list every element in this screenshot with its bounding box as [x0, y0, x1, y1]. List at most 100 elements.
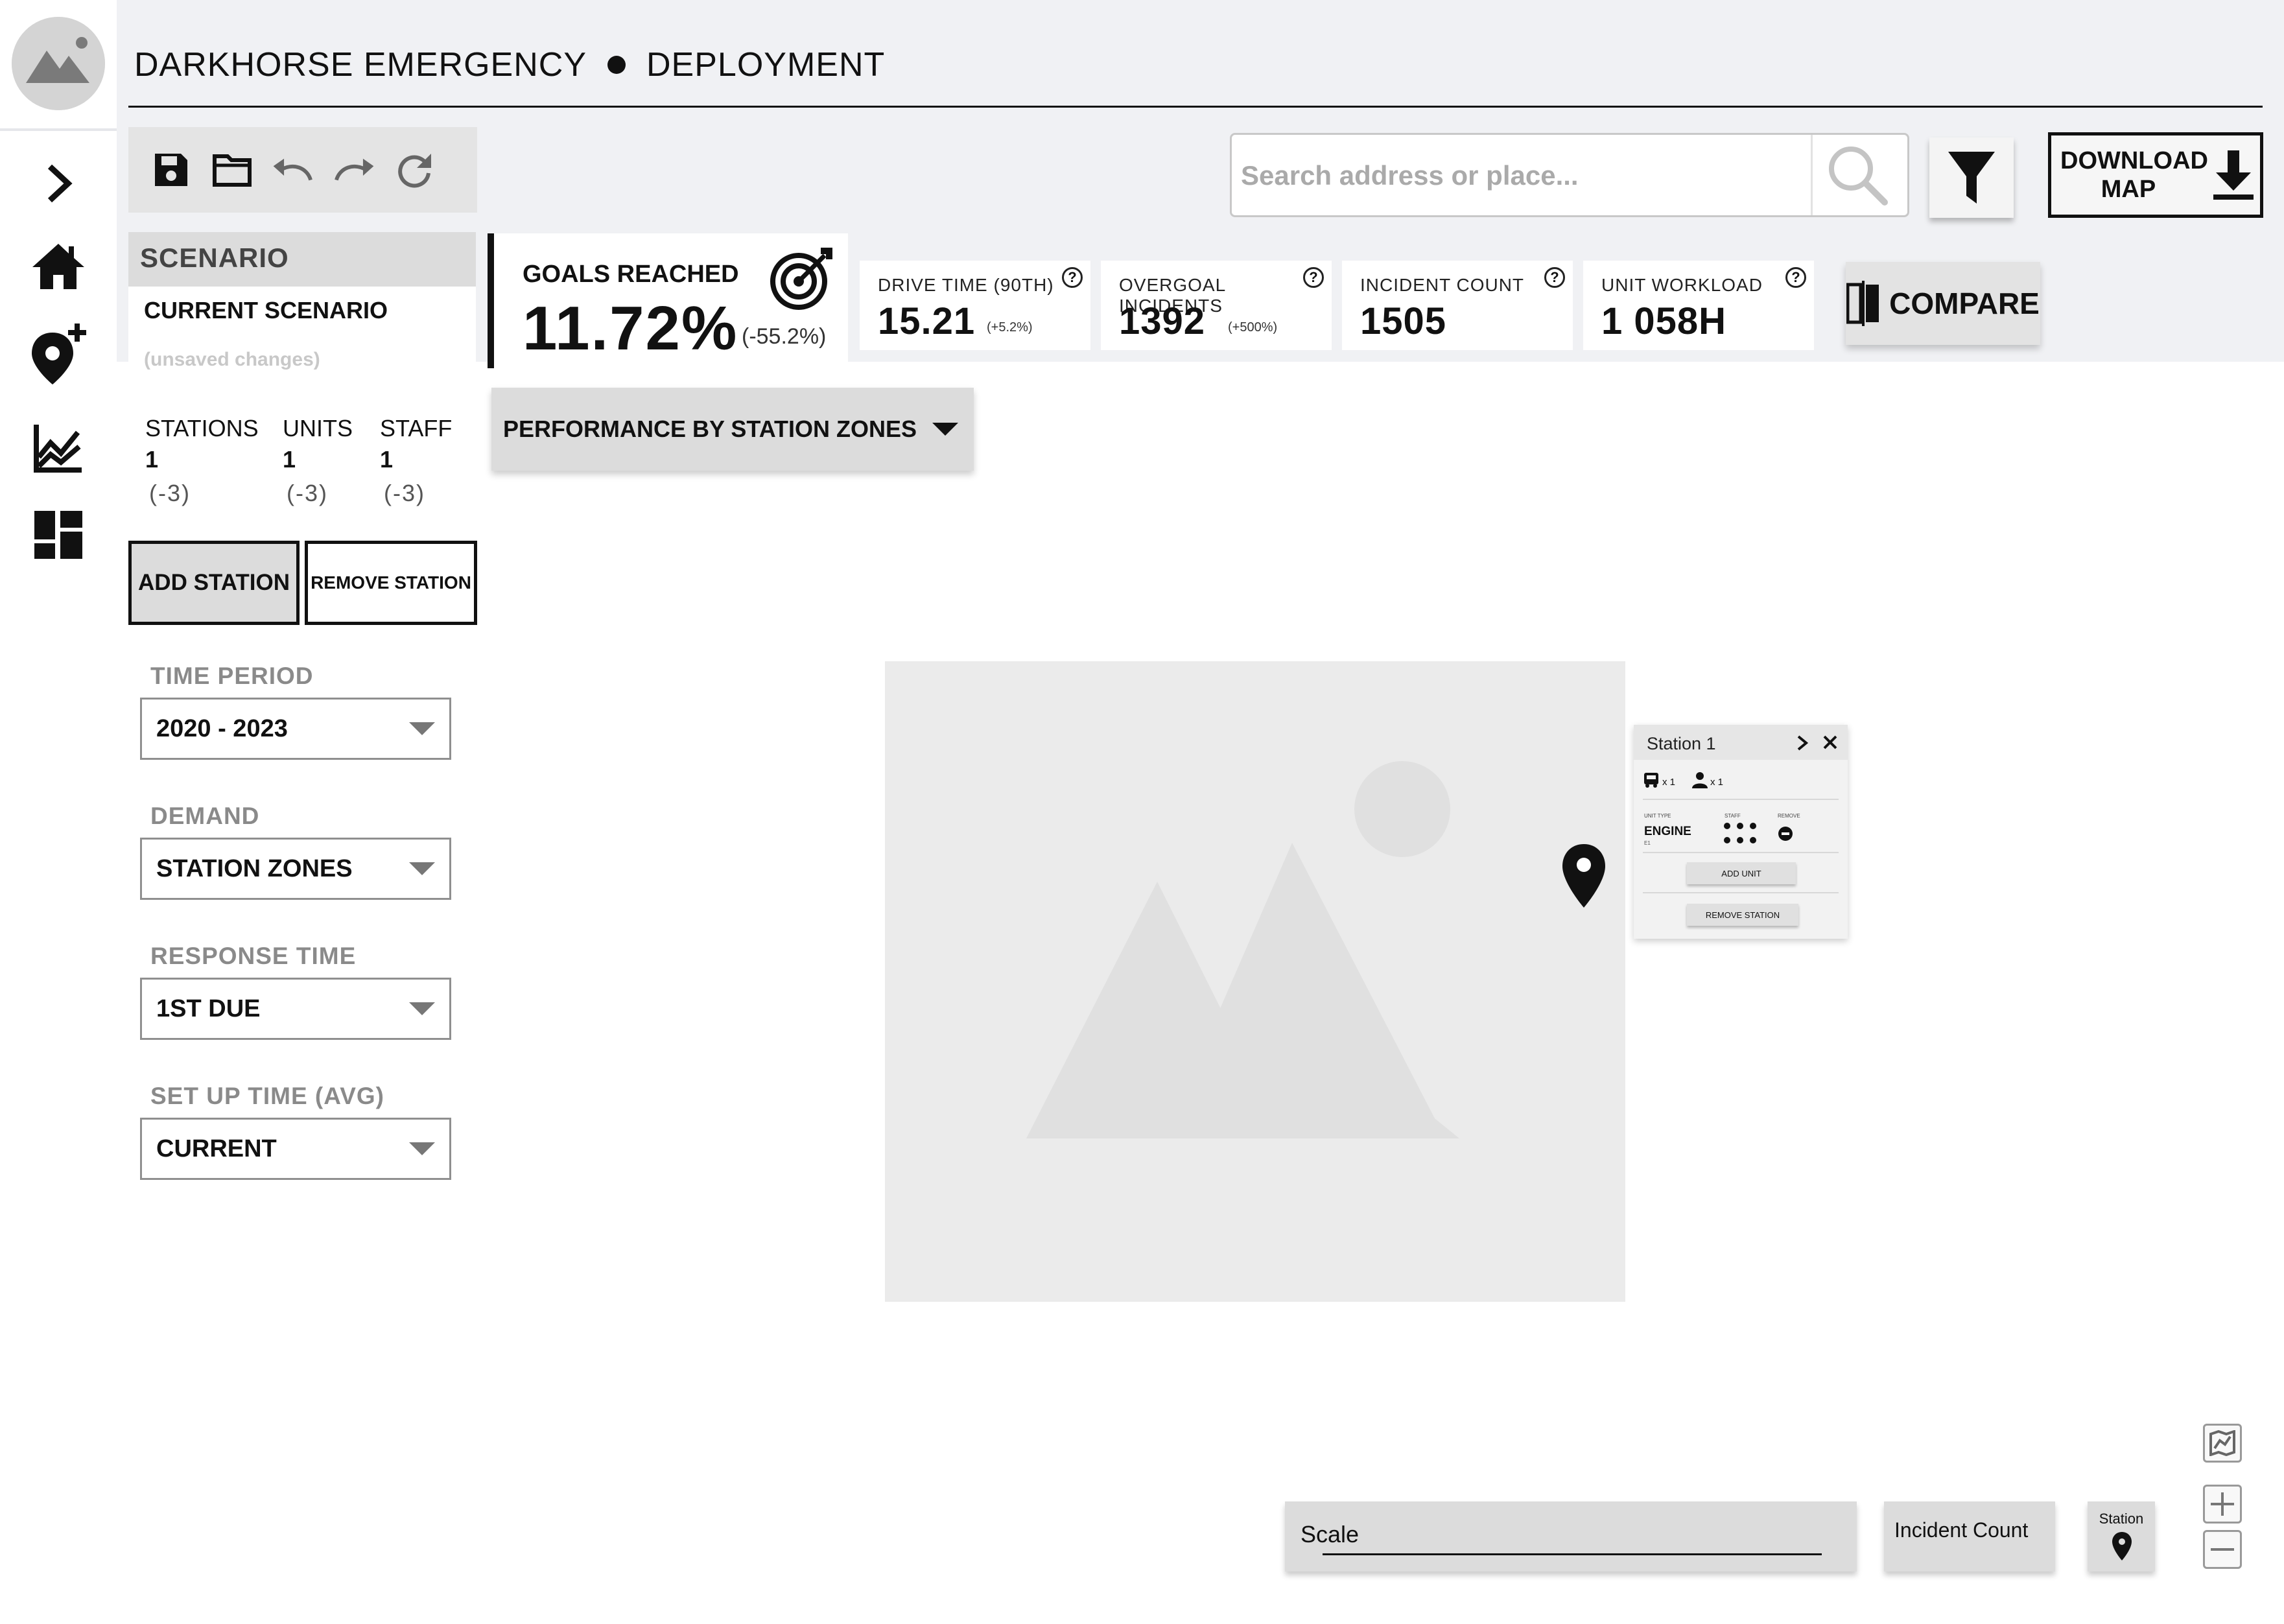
nav-home[interactable]	[29, 237, 88, 296]
time-period-value: 2020 - 2023	[156, 714, 288, 742]
refresh-icon	[398, 154, 431, 188]
scenario-heading: SCENARIO	[128, 232, 476, 287]
remove-unit-icon[interactable]	[1778, 826, 1793, 841]
help-icon[interactable]: ?	[1303, 267, 1324, 288]
search-input[interactable]	[1241, 148, 1798, 204]
chart-icon	[34, 425, 82, 473]
download-map-label: DOWNLOAD MAP	[2060, 147, 2208, 203]
goals-reached-card: GOALS REACHED 11.72% (-55.2%)	[488, 233, 848, 368]
popup-divider	[1643, 892, 1839, 893]
title-divider	[128, 106, 2263, 108]
incident-count-legend[interactable]: Incident Count	[1884, 1501, 2055, 1571]
nav-dashboard[interactable]	[29, 506, 88, 564]
scenario-name[interactable]: CURRENT SCENARIO	[144, 297, 388, 324]
refresh-button[interactable]	[394, 149, 436, 191]
help-icon[interactable]: ?	[1544, 267, 1565, 288]
scale-bar	[1323, 1553, 1822, 1555]
minus-icon	[2211, 1548, 2234, 1551]
nav-add-location[interactable]	[29, 324, 88, 384]
goals-delta: (-55.2%)	[742, 324, 827, 349]
app-title: DARKHORSE EMERGENCY	[134, 46, 587, 84]
open-button[interactable]	[211, 149, 253, 191]
search-box	[1230, 133, 1909, 217]
scale-label: Scale	[1301, 1521, 1360, 1548]
popup-divider	[1643, 799, 1839, 800]
popup-divider	[1643, 852, 1839, 853]
nav-rail	[0, 0, 117, 1624]
page-title: DARKHORSE EMERGENCY DEPLOYMENT	[134, 39, 885, 91]
demand-label: DEMAND	[150, 803, 260, 829]
redo-button[interactable]	[333, 149, 375, 191]
kpi-incident-count: INCIDENT COUNT 1505 ?	[1342, 261, 1573, 350]
station-legend-label: Station	[2099, 1511, 2144, 1527]
goals-title: GOALS REACHED	[523, 261, 739, 288]
avatar[interactable]	[12, 17, 105, 110]
search-icon	[1829, 147, 1888, 206]
kpi-overgoal-incidents: OVERGOAL INCIDENTS 1392 (+500%) ?	[1101, 261, 1332, 350]
user-avatar-icon	[12, 17, 105, 110]
map-layers-icon	[2209, 1430, 2235, 1456]
add-unit-button[interactable]: ADD UNIT	[1687, 862, 1796, 884]
kpi-unit-workload: UNIT WORKLOAD 1 058H ?	[1583, 261, 1814, 350]
caret-down-icon	[409, 722, 435, 735]
demand-value: STATION ZONES	[156, 854, 353, 882]
performance-view-dropdown[interactable]: PERFORMANCE BY STATION ZONES	[491, 388, 974, 471]
add-station-button[interactable]: ADD STATION	[128, 541, 300, 625]
expand-nav-button[interactable]	[29, 154, 88, 213]
redo-icon	[335, 158, 374, 181]
response-time-label: RESPONSE TIME	[150, 943, 357, 969]
filter-button[interactable]	[1929, 137, 2014, 218]
plus-icon	[2211, 1492, 2234, 1516]
station-pin-icon	[2112, 1532, 2132, 1560]
rail-divider	[0, 128, 117, 131]
popup-units-count: x 1	[1662, 777, 1676, 788]
compare-button[interactable]: COMPARE	[1846, 262, 2040, 345]
caret-down-icon	[932, 423, 959, 436]
demand-select[interactable]: STATION ZONES	[140, 838, 451, 900]
scenario-status: (unsaved changes)	[144, 349, 320, 370]
setup-time-label: SET UP TIME (AVG)	[150, 1083, 384, 1109]
station-pin-icon[interactable]	[1560, 843, 1608, 909]
unit-type-value: ENGINE	[1644, 825, 1691, 838]
caret-down-icon	[409, 862, 435, 875]
stat-stations: STATIONS 1 (-3)	[145, 415, 259, 506]
undo-button[interactable]	[272, 149, 314, 191]
map-layers-button[interactable]	[2203, 1424, 2242, 1463]
popup-staff-count: x 1	[1710, 777, 1724, 788]
download-map-button[interactable]: DOWNLOAD MAP	[2048, 132, 2263, 218]
nav-analytics[interactable]	[29, 419, 88, 477]
caret-down-icon	[409, 1002, 435, 1015]
filter-icon	[1948, 152, 1995, 204]
search-button[interactable]	[1822, 143, 1893, 207]
scale-legend: Scale	[1285, 1501, 1857, 1571]
map-view[interactable]	[885, 661, 1625, 1302]
col-unit-type: UNIT TYPE	[1644, 813, 1671, 819]
person-icon	[1692, 772, 1708, 788]
help-icon[interactable]: ?	[1785, 267, 1806, 288]
save-icon	[155, 154, 187, 186]
vehicle-icon	[1644, 773, 1658, 788]
station-legend[interactable]: Station	[2088, 1501, 2155, 1571]
map-placeholder-icon	[1026, 761, 1459, 1138]
performance-view-label: PERFORMANCE BY STATION ZONES	[503, 416, 917, 442]
zoom-out-button[interactable]	[2203, 1530, 2242, 1569]
time-period-select[interactable]: 2020 - 2023	[140, 698, 451, 760]
download-icon	[2213, 150, 2254, 200]
undo-icon	[273, 158, 312, 181]
caret-down-icon	[409, 1142, 435, 1155]
save-button[interactable]	[150, 149, 192, 191]
zoom-in-button[interactable]	[2203, 1485, 2242, 1524]
help-icon[interactable]: ?	[1062, 267, 1083, 288]
col-staff: STAFF	[1725, 813, 1741, 819]
remove-station-button[interactable]: REMOVE STATION	[305, 541, 477, 625]
chevron-right-icon[interactable]	[1796, 735, 1810, 751]
setup-time-select[interactable]: CURRENT	[140, 1118, 451, 1180]
staff-dots-icon[interactable]	[1723, 822, 1757, 844]
col-remove: REMOVE	[1778, 813, 1800, 819]
close-icon[interactable]	[1823, 735, 1837, 749]
response-time-select[interactable]: 1ST DUE	[140, 978, 451, 1040]
home-icon	[32, 244, 84, 289]
popup-remove-station-button[interactable]: REMOVE STATION	[1687, 904, 1798, 926]
search-divider	[1811, 135, 1813, 215]
kpi-drive-time: DRIVE TIME (90TH) 15.21 (+5.2%) ?	[860, 261, 1090, 350]
